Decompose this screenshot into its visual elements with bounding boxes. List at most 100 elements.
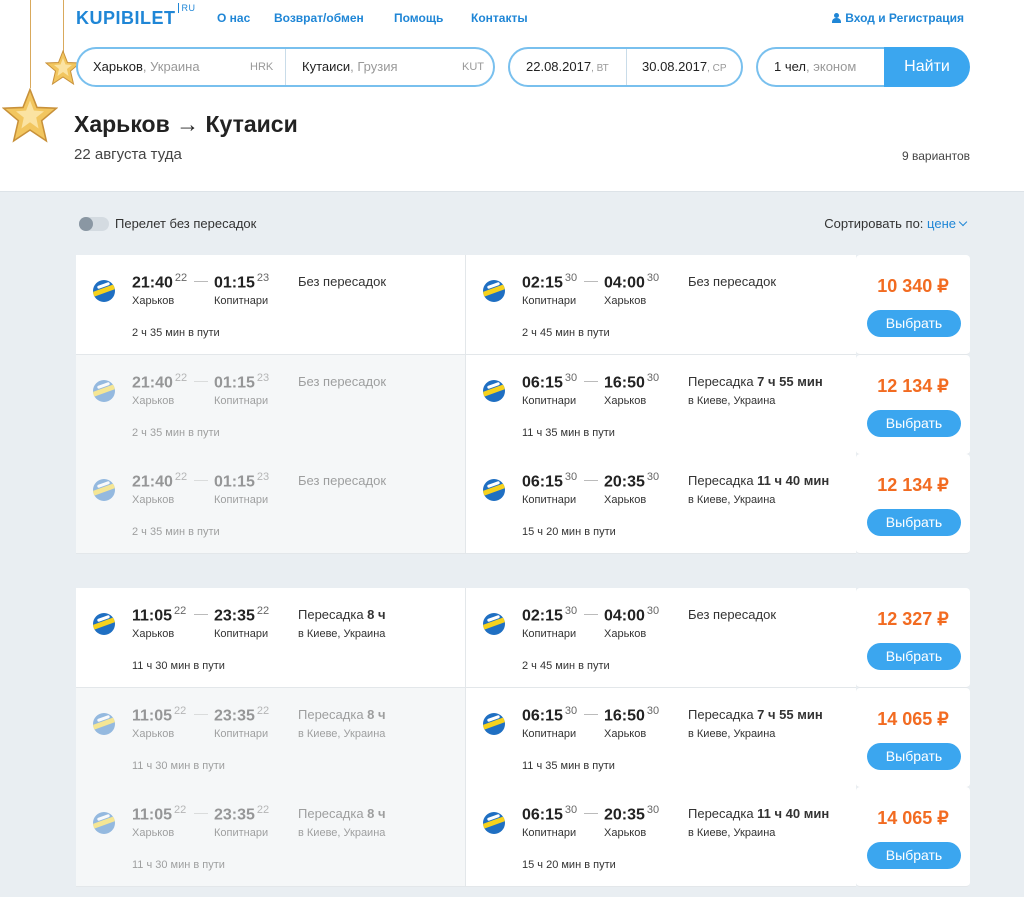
sort-control[interactable]: Сортировать по: цене (824, 216, 968, 231)
nonstop-label: Перелет без пересадок (115, 216, 257, 231)
departure-time: 06:15 30 (522, 804, 578, 824)
choose-button[interactable]: Выбрать (867, 409, 961, 437)
transfer-info: Пересадка 7 ч 55 мин (688, 706, 823, 722)
to-field[interactable]: Кутаиси, Грузия (302, 49, 398, 85)
variants-count: 9 вариантов (901, 149, 970, 163)
departure-time: 06:15 30 (522, 704, 578, 724)
arrival-city: Копитнари (214, 628, 269, 640)
time-dash (194, 281, 208, 282)
arrival-time: 23:35 22 (214, 605, 270, 625)
transfer-city: в Киеве, Украина (298, 827, 386, 839)
departure-time: 21:40 22 (132, 272, 188, 292)
divider (626, 49, 627, 85)
departure-city: Харьков (132, 295, 175, 307)
arrival-time: 16:50 30 (604, 371, 660, 391)
departure-city: Копитнари (522, 394, 577, 407)
choose-button[interactable]: Выбрать (867, 643, 961, 670)
transfer-info: Пересадка 8 ч (298, 607, 386, 622)
airline-logo-icon (483, 479, 505, 501)
time-dash (584, 813, 598, 814)
return-segment[interactable]: 02:15 30 04:00 30 Копитнари Харьков Без пе… (466, 255, 856, 355)
arrival-time: 20:35 30 (604, 471, 660, 491)
return-segment[interactable]: 06:15 30 20:35 30 Копитнари Харьков Переса… (466, 454, 856, 554)
sort-value[interactable]: цене (927, 216, 956, 231)
arrival-city: Харьков (604, 295, 647, 307)
transfer-info: Пересадка 7 ч 55 мин (688, 373, 823, 389)
arrival-city: Копитнари (214, 727, 269, 740)
divider (285, 49, 286, 85)
outbound-segment[interactable]: 11:05 22 23:35 22 Харьков Копитнари Переса… (76, 787, 466, 887)
return-segment[interactable]: 06:15 30 16:50 30 Копитнари Харьков Переса… (466, 354, 856, 455)
airline-logo-icon (93, 280, 115, 302)
return-segment[interactable]: 06:15 30 16:50 30 Копитнари Харьков Переса… (466, 687, 856, 788)
arrival-time: 23:35 22 (214, 704, 270, 724)
transfer-city: в Киеве, Украина (688, 394, 776, 407)
outbound-segment[interactable]: 11:05 22 23:35 22 Харьков Копитнари Переса… (76, 687, 466, 788)
departure-city: Харьков (132, 727, 175, 740)
return-segment[interactable]: 06:15 30 20:35 30 Копитнари Харьков Переса… (466, 787, 856, 887)
arrival-time: 01:15 23 (214, 272, 270, 292)
outbound-segment[interactable]: 21:40 22 01:15 23 Харьков Копитнари Без пе… (76, 354, 466, 455)
trip-duration: 2 ч 45 мин в пути (522, 660, 610, 672)
trip-duration: 11 ч 35 мин в пути (522, 759, 615, 772)
outbound-segment[interactable]: 11:05 22 23:35 22 Харьков Копитнари Переса… (76, 588, 466, 688)
header: KUPIBILET RU О нас Возврат/обмен Помощь К… (0, 0, 1024, 192)
time-dash (584, 713, 598, 715)
airline-logo-icon (93, 379, 115, 402)
passengers-box[interactable]: 1 чел, эконом (756, 47, 896, 87)
return-date-field[interactable]: 30.08.2017, СР (642, 49, 727, 85)
find-button[interactable]: Найти (884, 47, 970, 87)
page-title: Харьков → Кутаиси (74, 111, 298, 137)
transfer-info: Без пересадок (298, 473, 387, 488)
ornament-thread (30, 0, 31, 88)
outbound-segment[interactable]: 21:40 22 01:15 23 Харьков Копитнари Без пе… (76, 255, 466, 355)
departure-city: Копитнари (522, 628, 577, 640)
login-link[interactable]: Вход и Регистрация (832, 11, 964, 25)
airline-logo-icon (93, 712, 115, 735)
choose-button[interactable]: Выбрать (867, 310, 961, 337)
price: 14 065 ₽ (877, 808, 949, 828)
departure-city: Харьков (132, 494, 175, 506)
star-ornament-icon (2, 88, 58, 143)
trip-duration: 2 ч 35 мин в пути (132, 526, 220, 538)
price: 12 134 ₽ (877, 375, 949, 396)
arrival-city: Харьков (604, 727, 647, 740)
airline-logo-icon (483, 812, 505, 834)
airline-logo-icon (93, 479, 115, 501)
choose-button[interactable]: Выбрать (867, 742, 961, 770)
outbound-segment[interactable]: 21:40 22 01:15 23 Харьков Копитнари Без пе… (76, 454, 466, 554)
time-dash (194, 480, 208, 481)
choose-button[interactable]: Выбрать (867, 509, 961, 536)
return-segment[interactable]: 02:15 30 04:00 30 Копитнари Харьков Без пе… (466, 588, 856, 688)
trip-duration: 15 ч 20 мин в пути (522, 859, 616, 871)
departure-city: Харьков (132, 394, 175, 407)
departure-time: 11:05 22 (132, 605, 187, 625)
transfer-info: Без пересадок (688, 607, 777, 622)
price: 10 340 ₽ (877, 276, 949, 296)
departure-city: Копитнари (522, 727, 577, 740)
departure-city: Копитнари (522, 295, 577, 307)
dates-box: 22.08.2017, ВТ 30.08.2017, СР (508, 47, 743, 87)
route-box: Харьков, Украина HRK Кутаиси, Грузия KUT (76, 47, 495, 87)
choose-button[interactable]: Выбрать (867, 842, 961, 869)
trip-duration: 2 ч 35 мин в пути (132, 426, 220, 439)
nav-about[interactable]: О нас (217, 11, 250, 25)
departure-time: 06:15 30 (522, 371, 578, 391)
time-dash (584, 480, 598, 481)
departure-time: 21:40 22 (132, 371, 188, 391)
nav-help[interactable]: Помощь (394, 11, 443, 25)
price-box: 14 065 ₽ Выбрать (856, 687, 970, 788)
from-field[interactable]: Харьков, Украина (93, 49, 200, 85)
depart-date-field[interactable]: 22.08.2017, ВТ (526, 49, 609, 85)
price-box: 12 327 ₽ Выбрать (856, 588, 970, 688)
arrival-city: Харьков (604, 827, 647, 839)
passengers-field[interactable]: 1 чел, эконом (774, 49, 856, 85)
logo[interactable]: KUPIBILET RU (76, 3, 196, 29)
price-box: 12 134 ₽ Выбрать (856, 354, 970, 455)
nonstop-toggle[interactable] (79, 217, 109, 231)
from-code: HRK (250, 61, 274, 73)
nav-contacts[interactable]: Контакты (471, 11, 528, 25)
transfer-info: Пересадка 8 ч (298, 706, 386, 722)
departure-time: 21:40 22 (132, 471, 188, 491)
nav-refund[interactable]: Возврат/обмен (274, 11, 364, 25)
